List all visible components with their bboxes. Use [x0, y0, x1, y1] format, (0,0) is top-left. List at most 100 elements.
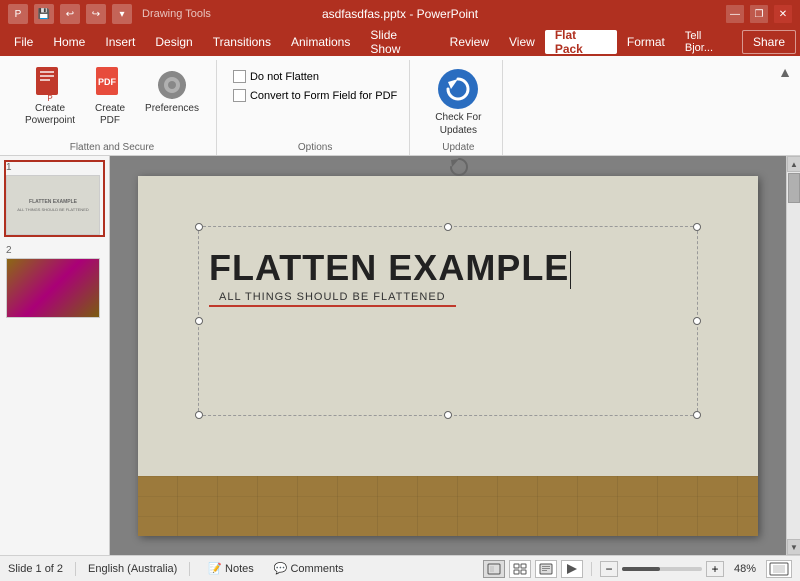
handle-top-center[interactable] — [444, 223, 452, 231]
zoom-slider[interactable] — [622, 567, 702, 571]
title-bar-left: P 💾 ↩ ↪ ▾ Drawing Tools — [8, 4, 211, 24]
scroll-down-button[interactable]: ▼ — [787, 539, 800, 555]
zoom-track-fill — [622, 567, 660, 571]
save-icon[interactable]: 💾 — [34, 4, 54, 24]
handle-top-left[interactable] — [195, 223, 203, 231]
ribbon-group-flatten: P CreatePowerpoint PDF CreatePDF — [8, 60, 217, 155]
ribbon-group-update: Check For Updates Update — [414, 60, 503, 155]
fit-window-button[interactable] — [766, 560, 792, 578]
menu-format[interactable]: Format — [617, 30, 675, 54]
scroll-up-button[interactable]: ▲ — [787, 156, 800, 172]
status-bar: Slide 1 of 2 English (Australia) 📝 Notes… — [0, 555, 800, 581]
slide-2-number: 2 — [6, 245, 103, 256]
menu-design[interactable]: Design — [145, 30, 202, 54]
app-icon: P — [8, 4, 28, 24]
ribbon-group-options-label: Options — [298, 142, 332, 155]
slide-thumb-1[interactable]: 1 FLATTEN EXAMPLE ALL THINGS SHOULD BE F… — [4, 160, 105, 237]
canvas-area[interactable]: FLATTEN EXAMPLE ALL THINGS SHOULD BE FLA… — [110, 156, 786, 555]
rotation-indicator — [448, 156, 470, 181]
create-powerpoint-button[interactable]: P CreatePowerpoint — [20, 64, 80, 130]
main-area: 1 FLATTEN EXAMPLE ALL THINGS SHOULD BE F… — [0, 156, 800, 555]
language-info: English (Australia) — [88, 563, 177, 575]
menu-view[interactable]: View — [499, 30, 545, 54]
slide-1-preview: FLATTEN EXAMPLE ALL THINGS SHOULD BE FLA… — [6, 175, 100, 235]
check-for-updates-button[interactable]: Check For Updates — [426, 64, 490, 142]
grid-view-button[interactable] — [509, 560, 531, 578]
create-pdf-button[interactable]: PDF CreatePDF — [86, 64, 134, 130]
menu-share[interactable]: Share — [742, 30, 796, 54]
drawing-tools-label: Drawing Tools — [142, 8, 211, 20]
convert-pdf-box[interactable] — [233, 89, 246, 102]
preferences-label: Preferences — [145, 103, 199, 115]
close-button[interactable]: ✕ — [774, 5, 792, 23]
menu-transitions[interactable]: Transitions — [203, 30, 281, 54]
preferences-icon — [154, 67, 190, 103]
menu-file[interactable]: File — [4, 30, 43, 54]
handle-top-right[interactable] — [693, 223, 701, 231]
create-pdf-icon: PDF — [92, 67, 128, 103]
slideshow-view-button[interactable] — [561, 560, 583, 578]
slide-main-text: FLATTEN EXAMPLE — [199, 247, 697, 289]
zoom-percent: 48% — [734, 563, 756, 575]
menu-slideshow[interactable]: Slide Show — [360, 30, 439, 54]
menu-home[interactable]: Home — [43, 30, 95, 54]
notes-label: Notes — [225, 563, 254, 575]
restore-button[interactable]: ❐ — [750, 5, 768, 23]
ribbon-group-flatten-label: Flatten and Secure — [70, 142, 155, 155]
menu-insert[interactable]: Insert — [95, 30, 145, 54]
redo-icon[interactable]: ↪ — [86, 4, 106, 24]
zoom-in-button[interactable]: + — [706, 561, 724, 577]
slide-sub-text: ALL THINGS SHOULD BE FLATTENED — [209, 291, 456, 307]
create-pdf-label: CreatePDF — [95, 103, 125, 127]
slide-sub-text-container: ALL THINGS SHOULD BE FLATTENED — [199, 289, 697, 307]
zoom-out-button[interactable]: − — [600, 561, 618, 577]
comments-button[interactable]: 💬 Comments — [268, 560, 350, 577]
convert-pdf-label: Convert to Form Field for PDF — [250, 90, 397, 102]
notes-button[interactable]: 📝 Notes — [202, 560, 259, 577]
handle-bottom-center[interactable] — [444, 411, 452, 419]
normal-view-button[interactable] — [483, 560, 505, 578]
comments-label: Comments — [290, 563, 343, 575]
ribbon-group-update-label: Update — [442, 142, 474, 155]
menu-flatpack[interactable]: Flat Pack — [545, 30, 617, 54]
collapse-ribbon-button[interactable]: ▲ — [778, 60, 792, 80]
status-sep-2 — [189, 562, 190, 576]
do-not-flatten-box[interactable] — [233, 70, 246, 83]
slide-thumb-2[interactable]: 2 — [4, 243, 105, 320]
text-cursor — [570, 251, 571, 289]
handle-middle-right[interactable] — [693, 317, 701, 325]
convert-pdf-checkbox[interactable]: Convert to Form Field for PDF — [233, 89, 397, 102]
ribbon-group-options-items: Do not Flatten Convert to Form Field for… — [233, 60, 397, 142]
do-not-flatten-label: Do not Flatten — [250, 71, 319, 83]
zoom-level[interactable]: 48% — [728, 561, 762, 577]
do-not-flatten-checkbox[interactable]: Do not Flatten — [233, 70, 397, 83]
scroll-thumb[interactable] — [788, 173, 800, 203]
window-title: asdfasdfas.pptx - PowerPoint — [322, 7, 478, 21]
slide-textbox[interactable]: FLATTEN EXAMPLE ALL THINGS SHOULD BE FLA… — [198, 226, 698, 416]
undo-icon[interactable]: ↩ — [60, 4, 80, 24]
slide-info: Slide 1 of 2 — [8, 563, 63, 575]
checkbox-area: Do not Flatten Convert to Form Field for… — [233, 64, 397, 102]
handle-bottom-right[interactable] — [693, 411, 701, 419]
svg-text:P: P — [47, 94, 52, 103]
ribbon-group-flatten-items: P CreatePowerpoint PDF CreatePDF — [20, 60, 204, 142]
menu-review[interactable]: Review — [440, 30, 499, 54]
check-updates-icon — [438, 69, 478, 109]
handle-bottom-left[interactable] — [195, 411, 203, 419]
menu-bar: File Home Insert Design Transitions Anim… — [0, 28, 800, 56]
ribbon-content: P CreatePowerpoint PDF CreatePDF — [0, 56, 800, 159]
reading-view-button[interactable] — [535, 560, 557, 578]
preferences-button[interactable]: Preferences — [140, 64, 204, 118]
menu-help[interactable]: Tell Bjor... — [675, 30, 742, 54]
customize-icon[interactable]: ▾ — [112, 4, 132, 24]
ribbon-group-update-items: Check For Updates — [426, 60, 490, 142]
menu-animations[interactable]: Animations — [281, 30, 360, 54]
svg-text:PDF: PDF — [98, 77, 117, 87]
title-bar-right: — ❐ ✕ — [726, 5, 792, 23]
ribbon-group-options: Do not Flatten Convert to Form Field for… — [221, 60, 410, 155]
notes-icon: 📝 — [208, 562, 222, 575]
vertical-scrollbar: ▲ ▼ — [786, 156, 800, 555]
slide-canvas: FLATTEN EXAMPLE ALL THINGS SHOULD BE FLA… — [138, 176, 758, 536]
minimize-button[interactable]: — — [726, 5, 744, 23]
handle-middle-left[interactable] — [195, 317, 203, 325]
